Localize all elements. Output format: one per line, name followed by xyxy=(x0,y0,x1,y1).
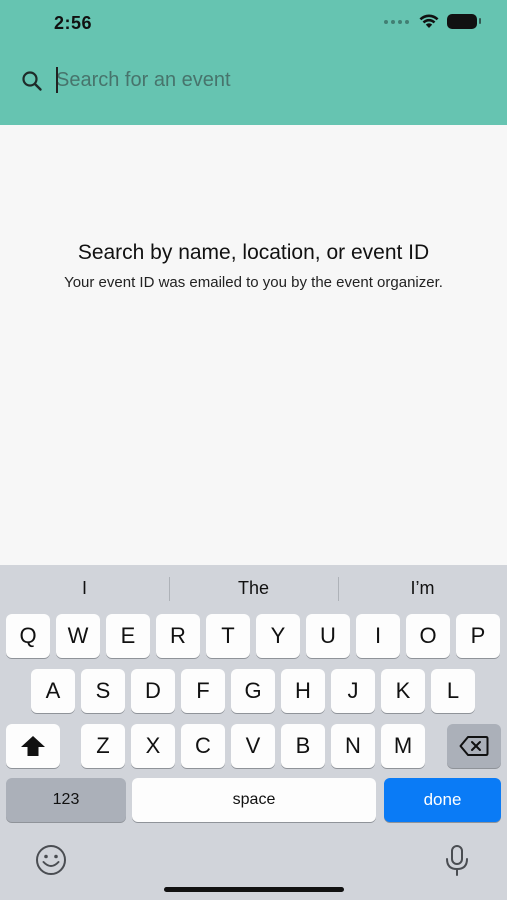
key-k[interactable]: K xyxy=(381,669,425,713)
key-f[interactable]: F xyxy=(181,669,225,713)
key-o[interactable]: O xyxy=(406,614,450,658)
status-icons xyxy=(384,14,481,29)
backspace-icon xyxy=(459,736,489,756)
key-e[interactable]: E xyxy=(106,614,150,658)
empty-state-subtitle: Your event ID was emailed to you by the … xyxy=(64,274,443,291)
space-key[interactable]: space xyxy=(132,778,376,822)
search-input[interactable] xyxy=(56,64,476,96)
key-l[interactable]: L xyxy=(431,669,475,713)
key-s[interactable]: S xyxy=(81,669,125,713)
key-row-1: Q W E R T Y U I O P xyxy=(0,614,507,660)
search-header: 2:56 xyxy=(0,0,507,125)
numbers-key[interactable]: 123 xyxy=(6,778,126,822)
key-w[interactable]: W xyxy=(56,614,100,658)
key-n[interactable]: N xyxy=(331,724,375,768)
key-y[interactable]: Y xyxy=(256,614,300,658)
key-u[interactable]: U xyxy=(306,614,350,658)
keyboard: I The I’m Q W E R T Y U I O P A S D F G … xyxy=(0,565,507,900)
key-d[interactable]: D xyxy=(131,669,175,713)
shift-icon xyxy=(21,736,45,756)
key-row-3: Z X C V B N M xyxy=(0,724,507,770)
key-c[interactable]: C xyxy=(181,724,225,768)
key-row-4: 123 space done xyxy=(0,778,507,824)
delete-key[interactable] xyxy=(447,724,501,768)
key-p[interactable]: P xyxy=(456,614,500,658)
key-v[interactable]: V xyxy=(231,724,275,768)
wifi-icon xyxy=(419,14,439,28)
suggestion-bar: I The I’m xyxy=(0,565,507,611)
key-g[interactable]: G xyxy=(231,669,275,713)
cellular-icon xyxy=(384,19,409,24)
done-key[interactable]: done xyxy=(384,778,501,822)
key-m[interactable]: M xyxy=(381,724,425,768)
key-t[interactable]: T xyxy=(206,614,250,658)
battery-icon xyxy=(447,14,481,29)
search-icon xyxy=(22,71,42,91)
microphone-icon[interactable] xyxy=(440,843,474,877)
key-z[interactable]: Z xyxy=(81,724,125,768)
key-b[interactable]: B xyxy=(281,724,325,768)
empty-state: Search by name, location, or event ID Yo… xyxy=(0,240,507,292)
suggestion-item[interactable]: I xyxy=(0,565,169,611)
emoji-icon[interactable] xyxy=(34,843,68,877)
suggestion-item[interactable]: I’m xyxy=(338,565,507,611)
key-i[interactable]: I xyxy=(356,614,400,658)
key-j[interactable]: J xyxy=(331,669,375,713)
empty-state-title: Search by name, location, or event ID xyxy=(77,241,430,264)
home-indicator[interactable] xyxy=(164,887,344,892)
key-row-2: A S D F G H J K L xyxy=(0,669,507,715)
shift-key[interactable] xyxy=(6,724,60,768)
key-x[interactable]: X xyxy=(131,724,175,768)
key-a[interactable]: A xyxy=(31,669,75,713)
status-time: 2:56 xyxy=(54,13,93,33)
text-caret xyxy=(56,67,58,93)
key-h[interactable]: H xyxy=(281,669,325,713)
suggestion-item[interactable]: The xyxy=(169,565,338,611)
key-q[interactable]: Q xyxy=(6,614,50,658)
key-r[interactable]: R xyxy=(156,614,200,658)
